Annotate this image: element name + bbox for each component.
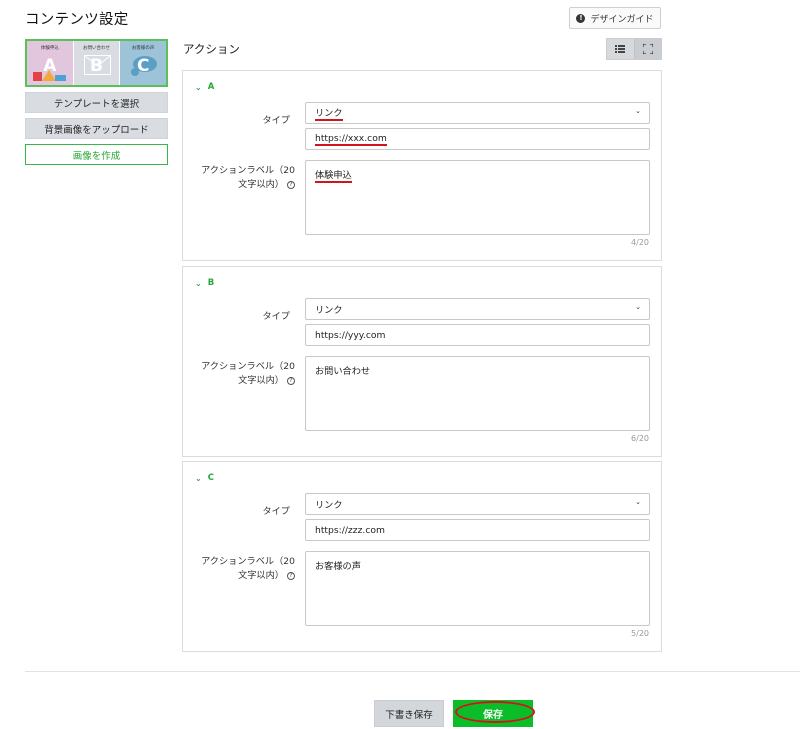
- action-label-line1: アクションラベル（20: [201, 361, 295, 372]
- char-count: 6/20: [631, 434, 649, 443]
- info-icon: !: [576, 13, 586, 23]
- thumbnail-caption: お客様の声: [131, 46, 155, 51]
- action-label-value: 体験申込: [315, 170, 352, 183]
- char-count: 4/20: [631, 238, 649, 247]
- expand-icon: [642, 44, 653, 54]
- thumbnail-letter: B: [90, 56, 103, 76]
- action-label-line2: 文字以内）: [238, 179, 284, 190]
- action-label-label: アクションラベル（20 文字以内）?: [183, 360, 295, 388]
- type-label: タイプ: [262, 506, 290, 517]
- help-icon[interactable]: ?: [287, 571, 295, 580]
- thumbnail-letter: C: [136, 56, 150, 76]
- panel-header[interactable]: ⌄ B: [195, 278, 214, 288]
- page-title: コンテンツ設定: [25, 12, 129, 28]
- action-label-label: アクションラベル（20 文字以内）?: [183, 164, 295, 192]
- action-panel-a: ⌄ A タイプ リンク ⌄ https://xxx.com アクションラベル（2…: [182, 70, 662, 261]
- chevron-down-icon: ⌄: [635, 498, 641, 506]
- panel-header[interactable]: ⌄ C: [195, 473, 214, 483]
- template-thumbnail[interactable]: 体験申込 A お問い合わせ B お客様の声 C: [25, 39, 168, 87]
- action-label-label: アクションラベル（20 文字以内）?: [183, 555, 295, 583]
- action-label-line2: 文字以内）: [238, 570, 284, 581]
- type-select-value: リンク: [315, 500, 343, 511]
- type-label: タイプ: [262, 115, 290, 126]
- help-icon[interactable]: ?: [287, 376, 295, 385]
- chevron-down-icon: ⌄: [195, 278, 202, 288]
- design-guide-button[interactable]: ! デザインガイド: [569, 7, 661, 29]
- list-view-button[interactable]: [607, 39, 634, 59]
- action-label-line1: アクションラベル（20: [201, 165, 295, 176]
- upload-background-button[interactable]: 背景画像をアップロード: [25, 118, 168, 139]
- url-input[interactable]: https://yyy.com: [305, 324, 650, 346]
- url-input[interactable]: https://xxx.com: [305, 128, 650, 150]
- expand-view-button[interactable]: [633, 39, 661, 59]
- chevron-down-icon: ⌄: [195, 473, 202, 483]
- section-title: アクション: [183, 42, 240, 56]
- thumbnail-caption: お問い合わせ: [83, 46, 110, 51]
- footer-divider: [25, 671, 800, 672]
- action-panel-b: ⌄ B タイプ リンク ⌄ https://yyy.com アクションラベル（2…: [182, 266, 662, 457]
- thumbnail-caption: 体験申込: [40, 46, 59, 51]
- url-input-value: https://zzz.com: [315, 524, 385, 536]
- type-select[interactable]: リンク ⌄: [305, 102, 650, 124]
- action-panel-c: ⌄ C タイプ リンク ⌄ https://zzz.com アクションラベル（2…: [182, 461, 662, 652]
- panel-title: C: [207, 473, 214, 483]
- action-label-textarea[interactable]: 体験申込: [305, 160, 650, 235]
- action-label-line1: アクションラベル（20: [201, 556, 295, 567]
- help-icon[interactable]: ?: [287, 180, 295, 189]
- type-select[interactable]: リンク ⌄: [305, 493, 650, 515]
- type-label: タイプ: [262, 311, 290, 322]
- thumbnail-cell-a: 体験申込 A: [27, 41, 74, 85]
- action-label-textarea[interactable]: お客様の声: [305, 551, 650, 626]
- thumbnail-cell-c: お客様の声 C: [120, 41, 166, 85]
- save-button[interactable]: 保存: [453, 700, 533, 727]
- action-label-value: お問い合わせ: [315, 366, 371, 377]
- chevron-down-icon: ⌄: [635, 303, 641, 311]
- save-draft-button[interactable]: 下書き保存: [374, 700, 444, 727]
- char-count: 5/20: [631, 629, 649, 638]
- action-label-textarea[interactable]: お問い合わせ: [305, 356, 650, 431]
- create-image-button[interactable]: 画像を作成: [25, 144, 168, 165]
- type-select[interactable]: リンク ⌄: [305, 298, 650, 320]
- type-select-value: リンク: [315, 305, 343, 316]
- view-toggle: [606, 38, 662, 60]
- action-label-value: お客様の声: [315, 561, 361, 572]
- panel-header[interactable]: ⌄ A: [195, 82, 214, 92]
- type-select-value: リンク: [315, 105, 343, 121]
- panel-title: A: [207, 82, 215, 92]
- design-guide-label: デザインガイド: [590, 14, 654, 25]
- url-input-value: https://yyy.com: [315, 329, 386, 341]
- select-template-button[interactable]: テンプレートを選択: [25, 92, 168, 113]
- list-icon: [615, 45, 626, 53]
- thumbnail-letter: A: [43, 56, 57, 76]
- action-label-line2: 文字以内）: [238, 375, 284, 386]
- chevron-down-icon: ⌄: [195, 82, 202, 92]
- url-input-value: https://xxx.com: [315, 132, 387, 146]
- thumbnail-cell-b: お問い合わせ B: [73, 41, 121, 85]
- url-input[interactable]: https://zzz.com: [305, 519, 650, 541]
- panel-title: B: [207, 278, 215, 288]
- chevron-down-icon: ⌄: [635, 107, 641, 115]
